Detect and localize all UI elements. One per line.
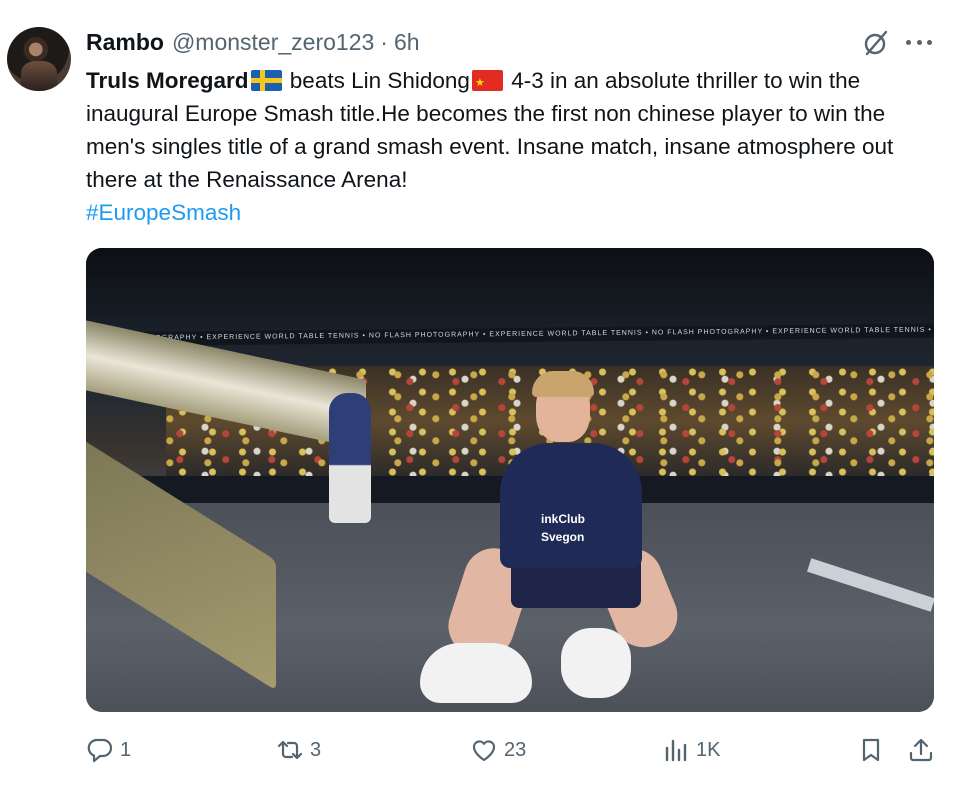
like-button[interactable]: 23 [470,733,526,767]
shirt-sponsor-line-1: inkClub [541,512,585,526]
tweet-card[interactable]: Rambo @monster_zero123 · 6h Truls Morega… [0,0,960,792]
action-bar: 1 3 23 1K [0,733,960,767]
view-count: 1K [696,738,721,761]
player-hair [532,371,594,397]
player-shoe-right [561,628,631,698]
display-name[interactable]: Rambo [86,29,164,56]
user-handle[interactable]: @monster_zero123 [172,29,374,56]
repost-button[interactable]: 3 [276,733,321,767]
reply-count: 1 [120,738,132,761]
more-icon[interactable] [904,30,934,54]
separator-dot: · [380,28,388,55]
reply-button[interactable]: 1 [86,733,131,767]
avatar-figure [21,61,57,91]
share-button[interactable] [907,733,935,767]
tweet-text-part-1: beats Lin Shidong [283,68,470,93]
views-icon [665,739,687,762]
like-count: 23 [504,738,527,761]
tweet-text: Truls Moregard beats Lin Shidong 4-3 in … [86,64,936,229]
shirt-sponsor-line-2: Svegon [541,530,585,544]
china-flag-icon [471,70,503,91]
grok-icon[interactable] [862,29,890,57]
mentioned-player: Truls Moregard [86,68,249,93]
tweet-header: Rambo @monster_zero123 · 6h [86,28,420,56]
repost-count: 3 [310,738,322,761]
more-dot [906,39,911,45]
bookmark-button[interactable] [857,733,885,767]
heart-icon [472,740,496,762]
tweet-photo[interactable]: NO FLASH PHOTOGRAPHY • EXPERIENCE WORLD … [86,248,934,712]
opponent-figure [329,393,371,523]
hashtag-link[interactable]: #EuropeSmash [86,200,241,225]
timestamp[interactable]: 6h [394,29,420,56]
reply-icon [87,738,113,763]
repost-icon [277,740,303,760]
player-shoe-left [420,643,532,703]
views-button[interactable]: 1K [662,733,720,767]
more-dot [927,39,932,45]
sweden-flag-icon [250,70,282,91]
bookmark-icon [862,738,880,762]
shirt-sponsor: inkClub Svegon [541,510,585,546]
share-icon [909,738,933,762]
player-shirt [500,443,642,568]
more-dot [916,39,922,45]
avatar[interactable] [7,27,71,91]
